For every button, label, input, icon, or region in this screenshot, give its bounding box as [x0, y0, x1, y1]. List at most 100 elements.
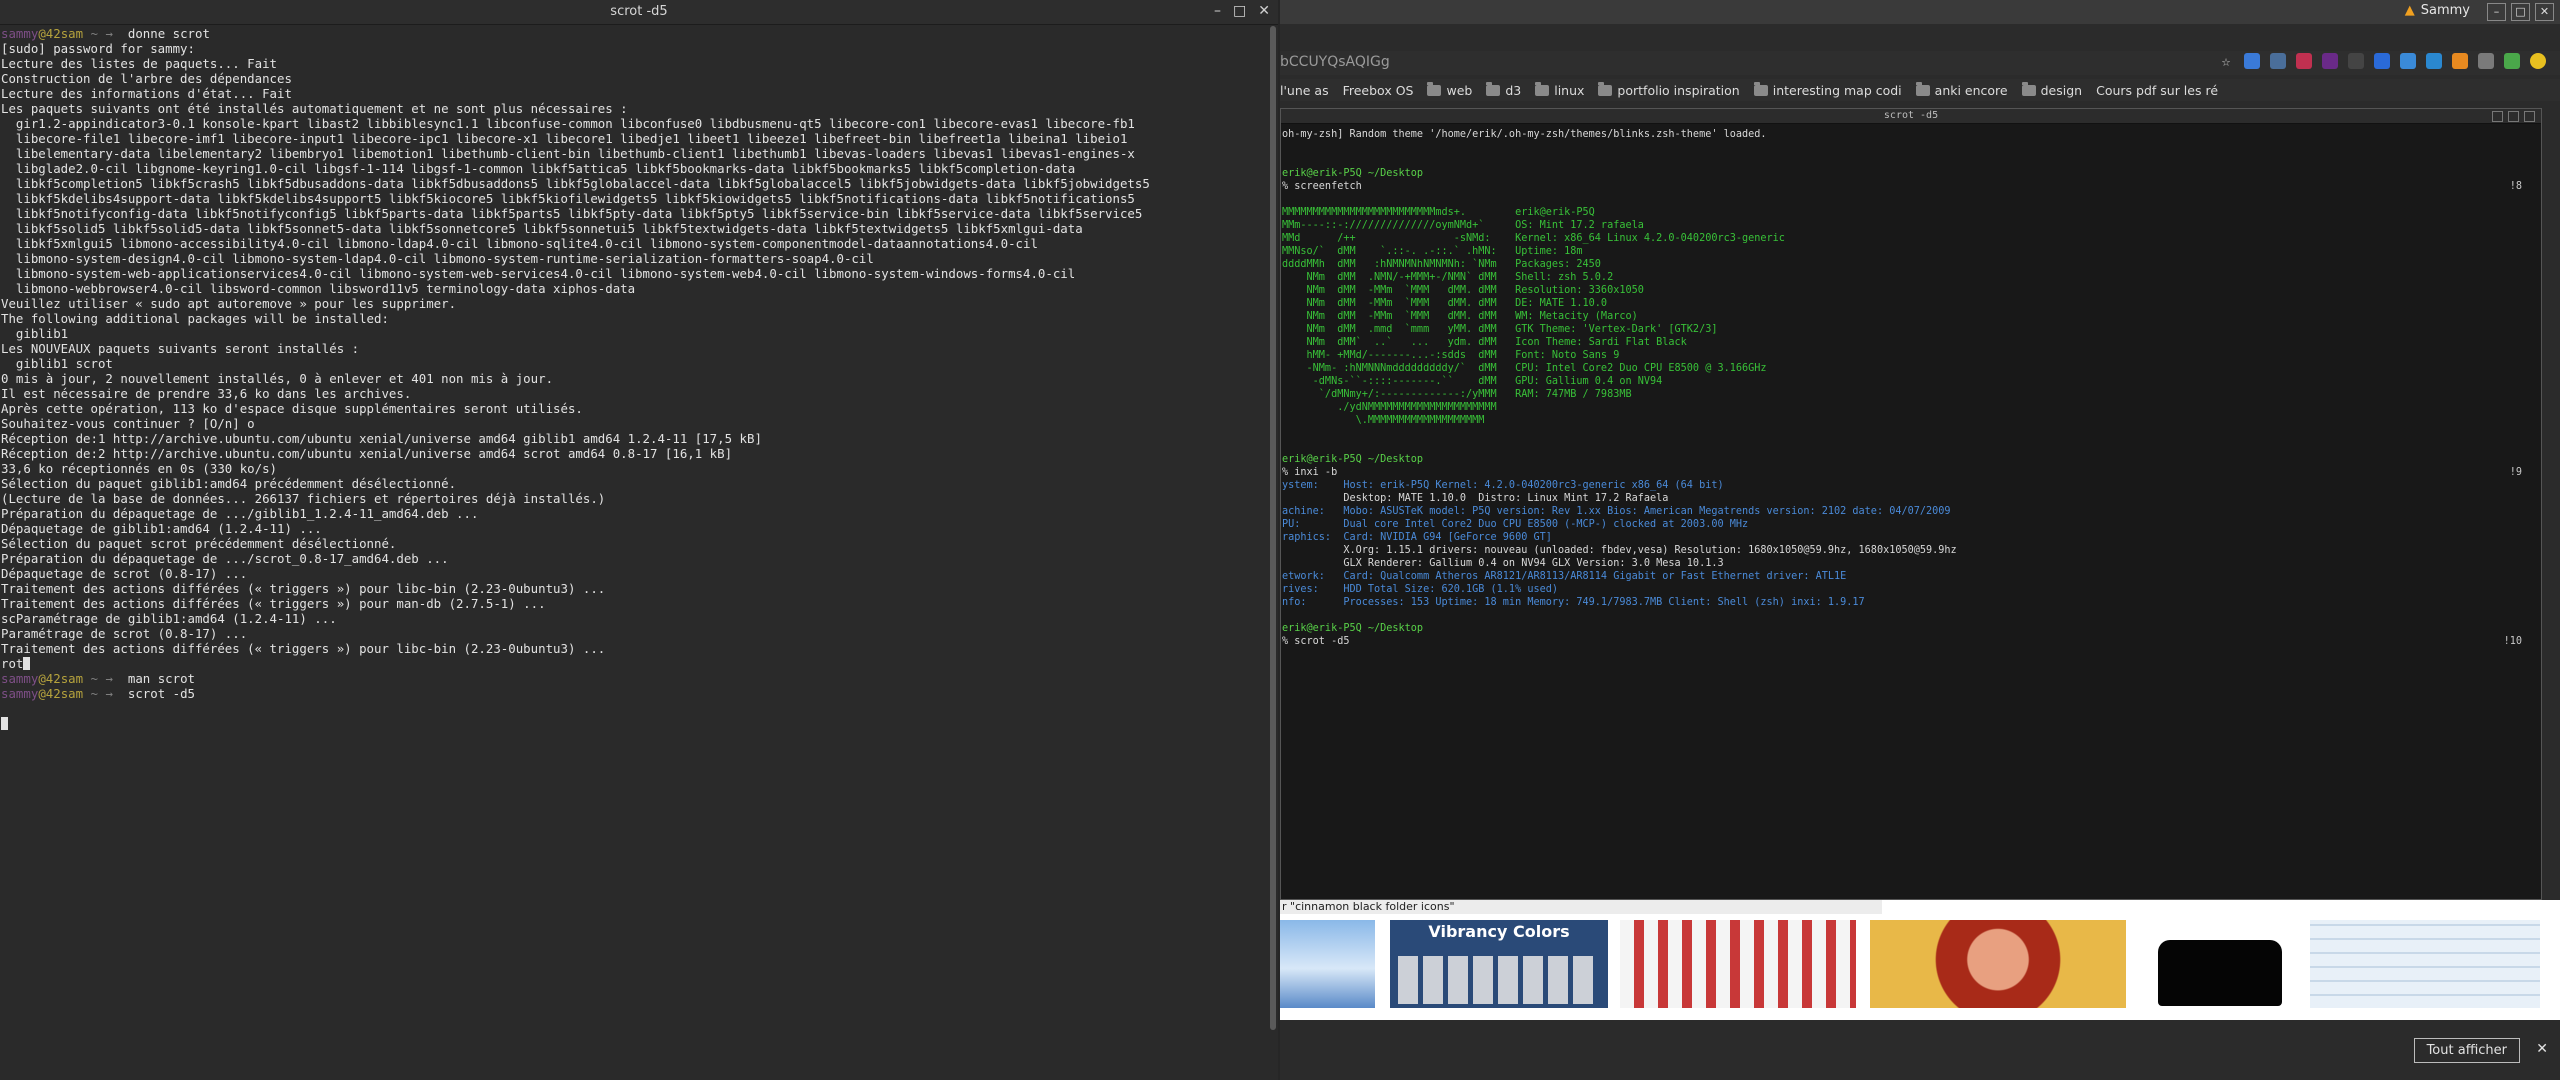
- line-text: Sélection du paquet giblib1:amd64 précéd…: [1, 476, 457, 491]
- line-text: libkf5solid5 libkf5solid5-data libkf5son…: [1, 221, 1083, 236]
- bookmark-item[interactable]: interesting map codi: [1753, 81, 1902, 98]
- screenshot-line: [1282, 193, 2522, 206]
- terminal-scrollbar[interactable]: [1270, 26, 1276, 1030]
- extension-icon[interactable]: [2348, 53, 2364, 69]
- line-text: Traitement des actions différées (« trig…: [1, 581, 606, 596]
- extension-icon[interactable]: [2504, 53, 2520, 69]
- line-text: libkf5notifyconfig-data libkf5notifyconf…: [1, 206, 1143, 221]
- screenshot-line: NMm dMM .mmd `mmm yMM. dMM GTK Theme: 'V…: [1282, 323, 2522, 336]
- line-text: % scrot -d5: [1282, 636, 1350, 647]
- line-text: -dMNs-``-::::-------.`` dMM GPU: Gallium…: [1282, 376, 1663, 387]
- bookmark-item[interactable]: Cours pdf sur les ré: [2096, 83, 2218, 98]
- screenshot-line: [1282, 427, 2522, 440]
- minimize-button[interactable]: –: [1214, 3, 1221, 19]
- close-button[interactable]: ✕: [1258, 3, 1270, 19]
- screenshot-line: erik@erik-P5Q ~/Desktop: [1282, 167, 2522, 180]
- line-text: rives: HDD Total Size: 620.1GB (1.1% use…: [1282, 584, 1559, 595]
- screenshot-line: [1282, 141, 2522, 154]
- bookmark-item[interactable]: design: [2021, 81, 2082, 98]
- bookmark-item[interactable]: d3: [1486, 81, 1521, 98]
- extension-icon[interactable]: [2530, 53, 2546, 69]
- history-number: !10: [2503, 636, 2522, 647]
- terminal-line: Construction de l'arbre des dépendances: [1, 71, 1268, 86]
- terminal-line: Les paquets suivants ont été installés a…: [1, 101, 1268, 116]
- rss-icon[interactable]: [2452, 53, 2468, 69]
- terminal-line: Veuillez utiliser « sudo apt autoremove …: [1, 296, 1268, 311]
- thumbnail-photo[interactable]: [1870, 920, 2126, 1008]
- thumbnail-vibrancy-colors[interactable]: Vibrancy Colors: [1390, 920, 1608, 1008]
- screenshot-terminal-output: oh-my-zsh] Random theme '/home/erik/.oh-…: [1282, 128, 2522, 648]
- terminal-line: sammy@42sam ~ → donne scrot: [1, 26, 1268, 41]
- minimize-button[interactable]: –: [2487, 3, 2506, 21]
- thumbnail-sky[interactable]: [1280, 920, 1375, 1008]
- maximize-button[interactable]: □: [1233, 3, 1246, 19]
- line-text: Construction de l'arbre des dépendances: [1, 71, 292, 86]
- line-text: giblib1: [1, 326, 69, 341]
- extension-icon[interactable]: [2244, 53, 2260, 69]
- address-bar[interactable]: bCCUYQsAQIGg ☆: [1280, 51, 2560, 75]
- scrollbar-thumb[interactable]: [1270, 26, 1276, 1030]
- terminal-window[interactable]: scrot -d5 – □ ✕ sammy@42sam ~ → donne sc…: [0, 0, 1278, 1080]
- bookmark-item[interactable]: l'une as: [1280, 83, 1329, 98]
- warning-icon: ▲: [2404, 3, 2415, 18]
- user-menu[interactable]: ▲ Sammy: [2405, 3, 2470, 18]
- terminal-line: Réception de:1 http://archive.ubuntu.com…: [1, 431, 1268, 446]
- screenshot-line: raphics: Card: NVIDIA G94 [GeForce 9600 …: [1282, 531, 2522, 544]
- thumbnail-file-manager[interactable]: [2310, 920, 2540, 1008]
- bookmark-item[interactable]: Freebox OS: [1343, 83, 1414, 98]
- bookmark-item[interactable]: web: [1427, 81, 1473, 98]
- terminal-line: libmono-webbrowser4.0-cil libsword-commo…: [1, 281, 1268, 296]
- thumbnail-black-folder[interactable]: [2148, 920, 2296, 1008]
- extension-icon[interactable]: [2374, 53, 2390, 69]
- terminal-titlebar[interactable]: scrot -d5 – □ ✕: [0, 0, 1278, 25]
- bookmark-item[interactable]: portfolio inspiration: [1598, 81, 1740, 98]
- bookmark-item[interactable]: linux: [1535, 81, 1584, 98]
- extension-icon[interactable]: [2296, 53, 2312, 69]
- terminal-line: scParamétrage de giblib1:amd64 (1.2.4-11…: [1, 611, 1268, 626]
- url-text[interactable]: bCCUYQsAQIGg: [1280, 54, 1390, 70]
- extension-icon[interactable]: [2426, 53, 2442, 69]
- line-text: Traitement des actions différées (« trig…: [1, 641, 606, 656]
- terminal-line: Traitement des actions différées (« trig…: [1, 581, 1268, 596]
- bookmark-item[interactable]: anki encore: [1915, 81, 2008, 98]
- line-text: donne scrot: [127, 26, 210, 41]
- screenshot-line: nfo: Processes: 153 Uptime: 18 min Memor…: [1282, 596, 2522, 609]
- extension-icon[interactable]: [2270, 53, 2286, 69]
- terminal-line: Sélection du paquet scrot précédemment d…: [1, 536, 1268, 551]
- screenshot-line: -NMm- :hNMNNNmdddddddddy/` dMM CPU: Inte…: [1282, 362, 2522, 375]
- screenshot-line: hMM- +MMd/-------...-:sdds dMM Font: Not…: [1282, 349, 2522, 362]
- prompt-line: sammy@42sam ~ → man scrot: [1, 671, 1268, 686]
- extension-icon[interactable]: [2322, 53, 2338, 69]
- thumbnail-folders-red[interactable]: [1620, 920, 1856, 1008]
- maximize-button[interactable]: □: [2511, 3, 2530, 21]
- extension-icon[interactable]: [2400, 53, 2416, 69]
- terminal-line: libglade2.0-cil libgnome-keyring1.0-cil …: [1, 161, 1268, 176]
- terminal-line: The following additional packages will b…: [1, 311, 1268, 326]
- folder-icon: [1915, 81, 1930, 96]
- star-icon[interactable]: ☆: [2218, 53, 2234, 69]
- terminal-line: libmono-system-design4.0-cil libmono-sys…: [1, 251, 1268, 266]
- line-text: giblib1 scrot: [1, 356, 113, 371]
- image-search-query: r "cinnamon black folder icons": [1280, 900, 1882, 914]
- command-text: scrot -d5: [127, 686, 195, 701]
- prompt-part: @42sam: [38, 26, 84, 41]
- text-cursor: [1, 717, 8, 730]
- screenshot-line: [1282, 609, 2522, 622]
- close-button[interactable]: ✕: [2535, 3, 2554, 21]
- line-text: Veuillez utiliser « sudo apt autoremove …: [1, 296, 457, 311]
- browser-topbar: ▲ Sammy – □ ✕: [1280, 0, 2560, 24]
- line-text: NMm dMM .mmd `mmm yMM. dMM GTK Theme: 'V…: [1282, 324, 1718, 335]
- screenshot-line: MMd /++ -sNMd: Kernel: x86_64 Linux 4.2.…: [1282, 232, 2522, 245]
- line-text: libmono-system-web-applicationservices4.…: [1, 266, 1076, 281]
- show-all-button[interactable]: Tout afficher: [2413, 1038, 2520, 1063]
- extension-icon[interactable]: [2478, 53, 2494, 69]
- line-text: libmono-system-design4.0-cil libmono-sys…: [1, 251, 874, 266]
- terminal-output[interactable]: sammy@42sam ~ → donne scrot [sudo] passwo…: [1, 26, 1268, 731]
- screenshot-line: achine: Mobo: ASUSTeK model: P5Q version…: [1282, 505, 2522, 518]
- bookmark-label: web: [1446, 82, 1473, 98]
- terminal-line: Réception de:2 http://archive.ubuntu.com…: [1, 446, 1268, 461]
- close-icon[interactable]: ✕: [2536, 1041, 2548, 1057]
- line-text: erik@erik-P5Q ~/Desktop: [1282, 454, 1424, 465]
- prompt-user: sammy: [1, 686, 39, 701]
- line-text: NMm dMM -MMm `MMM dMM. dMM Resolution: 3…: [1282, 285, 1644, 296]
